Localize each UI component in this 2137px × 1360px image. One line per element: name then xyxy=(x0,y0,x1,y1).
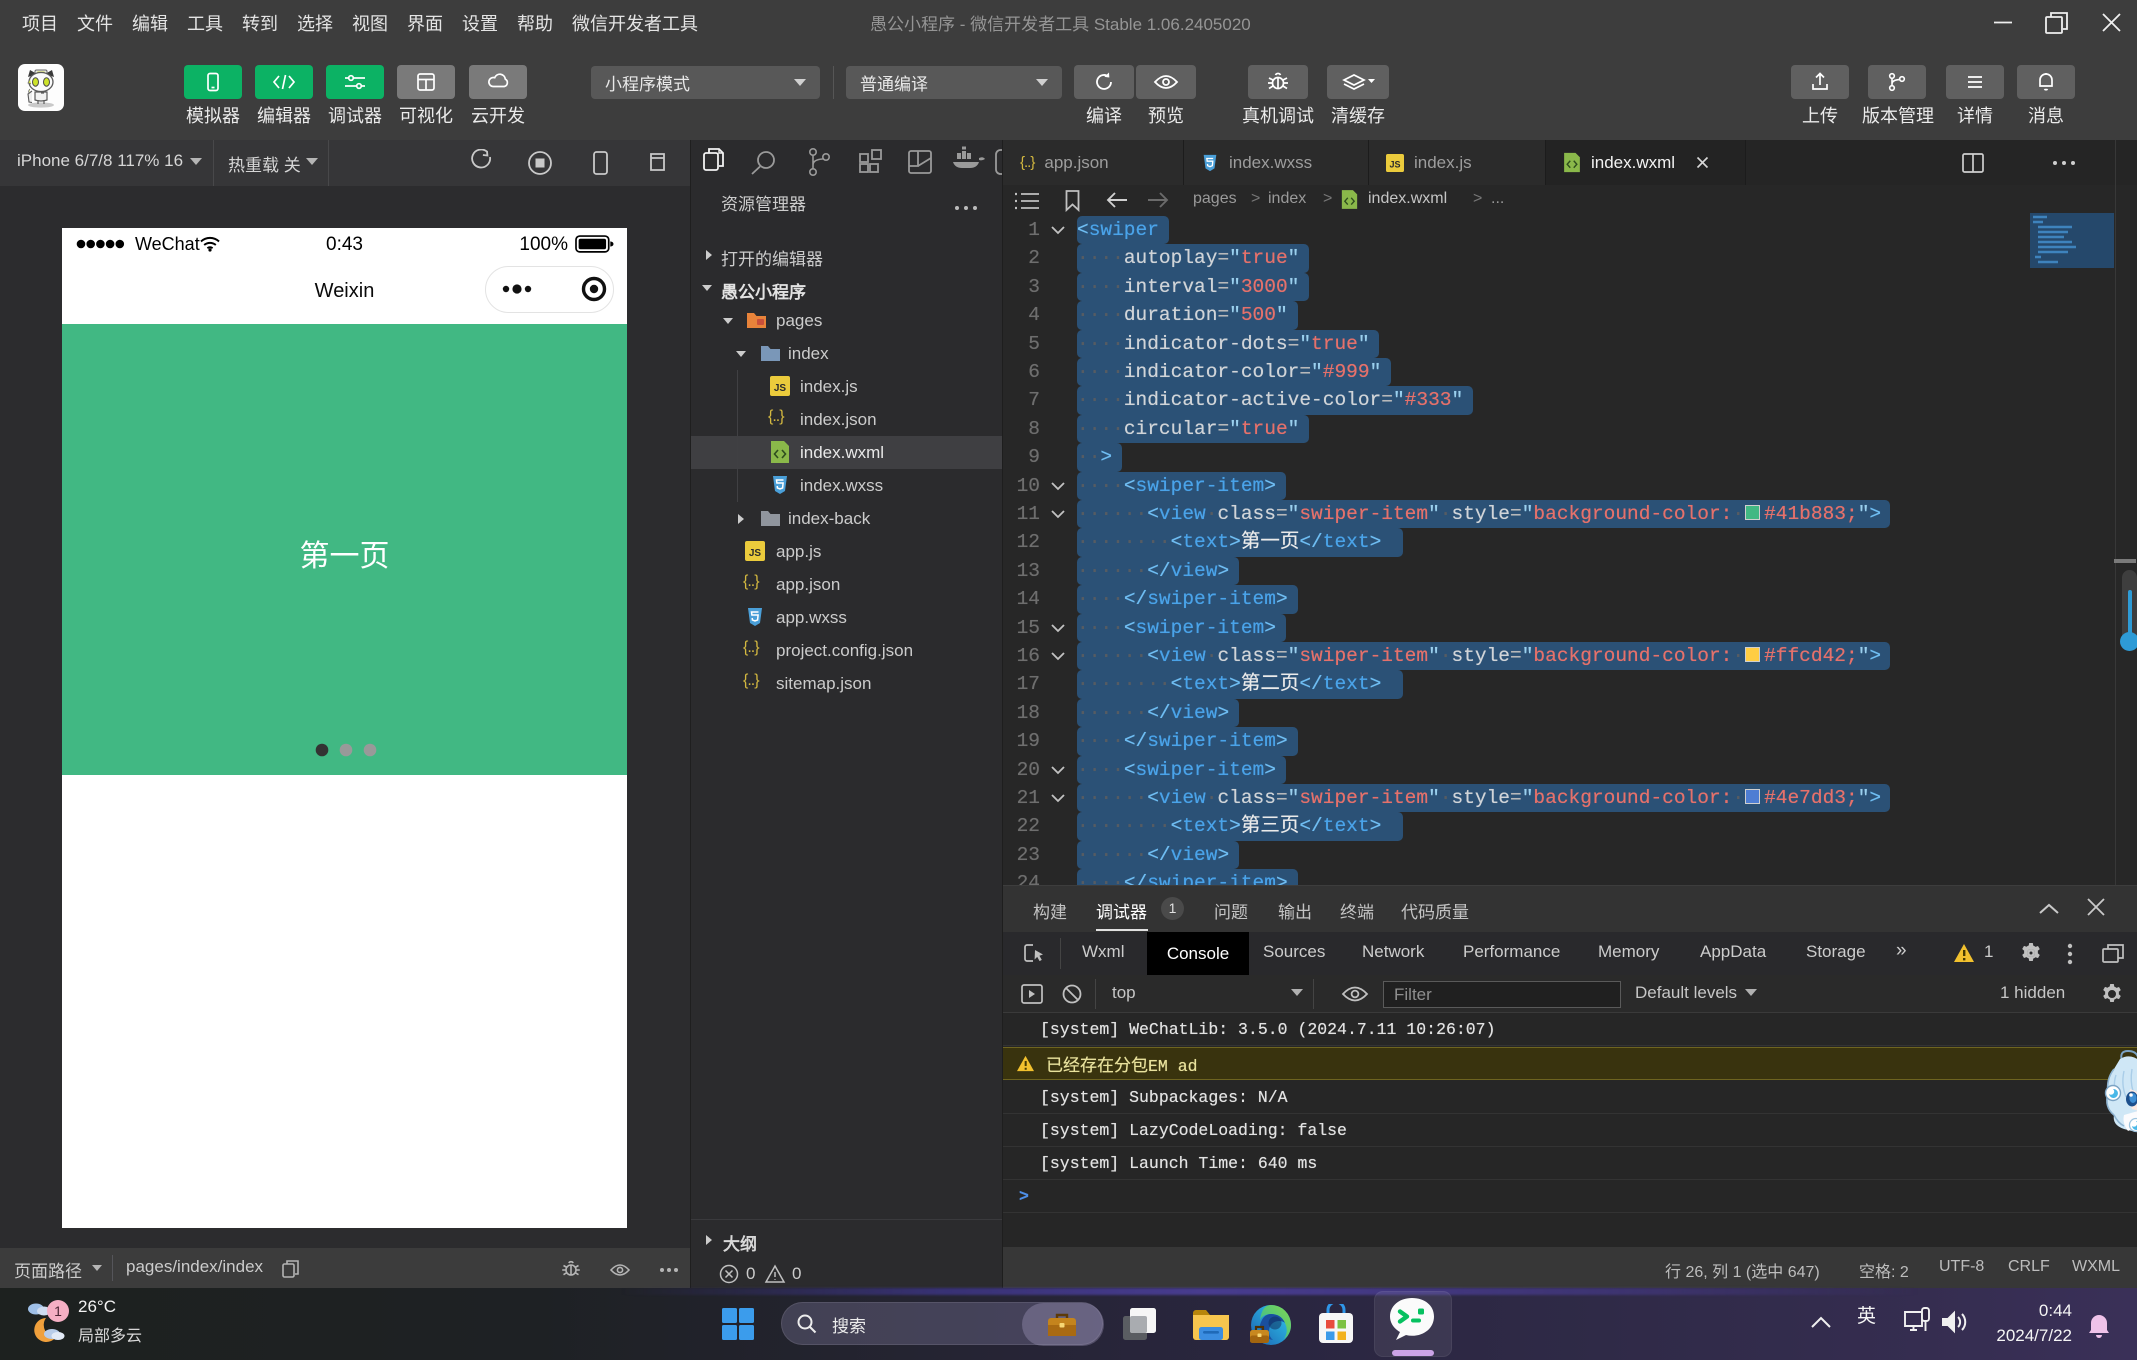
svg-text:1: 1 xyxy=(54,1303,62,1319)
svg-text:JS: JS xyxy=(1389,159,1400,169)
svg-text:JS: JS xyxy=(749,548,762,559)
svg-text:JS: JS xyxy=(774,383,787,394)
